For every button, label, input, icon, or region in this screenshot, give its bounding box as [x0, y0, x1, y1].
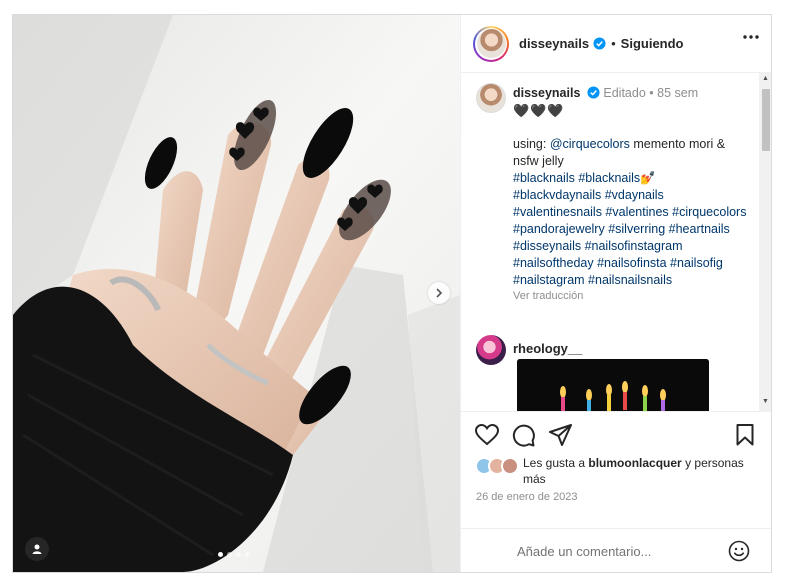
- carousel-dot: [236, 552, 241, 557]
- caption-username[interactable]: disseynails: [513, 86, 580, 100]
- liker-avatar: [501, 457, 519, 475]
- bookmark-icon[interactable]: [736, 424, 754, 446]
- user-tag-icon: [32, 544, 42, 554]
- following-button[interactable]: Siguiendo: [621, 36, 684, 51]
- scroll-down-arrow[interactable]: ▼: [762, 398, 769, 405]
- share-icon[interactable]: [549, 424, 572, 446]
- scroll-up-arrow[interactable]: ▲: [762, 75, 769, 82]
- carousel-dot: [218, 552, 223, 557]
- comment-icon[interactable]: [512, 424, 535, 447]
- likes-summary: Les gusta a blumoonlacquer y personas má…: [475, 455, 765, 487]
- edited-label: Editado: [603, 86, 646, 100]
- see-translation-link[interactable]: Ver traducción: [513, 288, 753, 305]
- chevron-right-icon: [436, 288, 443, 298]
- verified-badge-icon: [593, 37, 606, 50]
- liker-avatars[interactable]: [475, 455, 523, 477]
- comment-gif[interactable]: [517, 359, 709, 411]
- commenter-username[interactable]: rheology__: [513, 341, 582, 356]
- post-sidebar: disseynails • Siguiendo disseynails Edit…: [460, 15, 771, 572]
- hashtags: #blacknails #blacknails💅 #blackvdaynails …: [513, 170, 753, 289]
- caption-prefix: using:: [513, 137, 550, 151]
- more-options-icon[interactable]: [743, 35, 759, 39]
- mention-link[interactable]: @cirquecolors: [550, 137, 630, 151]
- heart-icon[interactable]: [475, 424, 499, 446]
- carousel-indicator: [218, 552, 250, 557]
- emoji-icon[interactable]: [728, 540, 750, 562]
- likes-prefix: Les gusta a: [523, 456, 589, 470]
- birthday-candles-image: [517, 359, 709, 411]
- post-actions: Les gusta a blumoonlacquer y personas má…: [461, 411, 771, 511]
- nail-photo: [13, 15, 460, 572]
- hashtag-list[interactable]: #blackvdaynails #vdaynails #valentinesna…: [513, 188, 746, 287]
- comments-scrollbar[interactable]: ▲ ▼: [759, 73, 771, 411]
- comments-section: disseynails Editado • 85 sem 🖤🖤🖤 using: …: [461, 73, 771, 411]
- author-username[interactable]: disseynails: [519, 36, 589, 51]
- post-age: 85 sem: [657, 86, 699, 100]
- header-separator: •: [611, 36, 616, 51]
- add-comment-bar: [461, 528, 771, 572]
- scrollbar-thumb[interactable]: [762, 89, 770, 151]
- carousel-dot: [227, 552, 232, 557]
- caption-text: using: @cirquecolors memento mori & nsfw…: [513, 136, 753, 170]
- carousel-dot: [245, 552, 250, 557]
- liker-username[interactable]: blumoonlacquer: [588, 456, 681, 470]
- commenter-avatar[interactable]: [476, 335, 506, 365]
- likes-text: Les gusta a blumoonlacquer y personas má…: [523, 455, 765, 487]
- post-header: disseynails • Siguiendo: [461, 15, 771, 73]
- tagged-users-button[interactable]: [25, 537, 49, 561]
- caption-hearts: 🖤🖤🖤: [513, 103, 565, 118]
- caption: disseynails Editado • 85 sem 🖤🖤🖤 using: …: [513, 85, 753, 305]
- post-date[interactable]: 26 de enero de 2023: [476, 491, 578, 503]
- next-slide-button[interactable]: [428, 282, 450, 304]
- post-dialog: disseynails • Siguiendo disseynails Edit…: [12, 14, 772, 573]
- comment-input[interactable]: [517, 541, 717, 561]
- caption-author-avatar[interactable]: [476, 83, 506, 113]
- hashtag-line[interactable]: #blacknails #blacknails💅: [513, 171, 656, 185]
- verified-badge-icon: [587, 86, 600, 99]
- meta-separator: •: [649, 86, 654, 100]
- author-avatar[interactable]: [473, 25, 509, 62]
- post-photo: [13, 15, 460, 572]
